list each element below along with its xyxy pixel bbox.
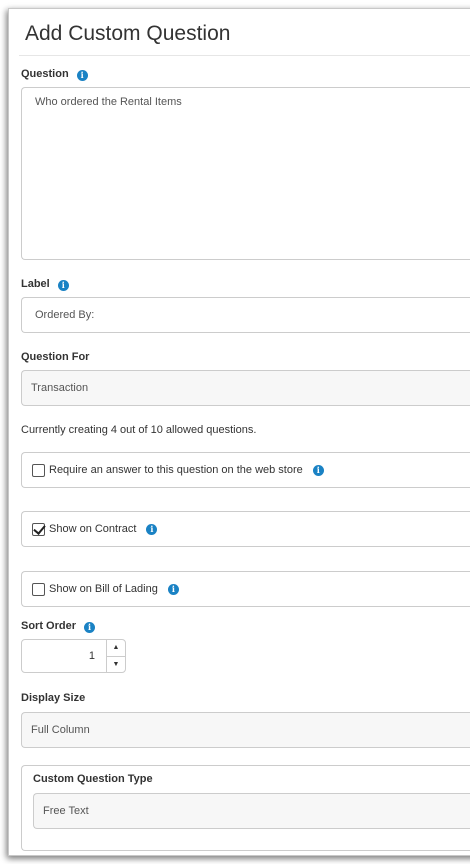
require-answer-checkbox[interactable] [32,463,45,477]
custom-question-type-selected: Free Text [43,805,89,817]
question-textarea-value: Who ordered the Rental Items [35,96,182,108]
show-on-contract-checkbox[interactable] [32,522,45,536]
stepper-buttons: ▲ ▼ [106,640,125,672]
info-icon[interactable]: i [57,280,69,291]
label-field-label-row: Label i [21,278,69,291]
sort-order-stepper[interactable]: 1 ▲ ▼ [21,639,126,673]
display-size-label: Display Size [21,692,86,704]
info-icon[interactable]: i [146,523,158,535]
require-answer-row: Require an answer to this question on th… [21,452,470,488]
question-label: Question [21,68,69,80]
custom-question-type-group: Custom Question Type Free Text [21,765,470,851]
info-icon[interactable]: i [167,583,179,595]
question-for-selected: Transaction [31,382,89,394]
sort-order-label-row: Sort Order i [21,620,96,633]
question-for-label: Question For [21,351,90,363]
info-icon[interactable]: i [76,70,88,81]
add-custom-question-dialog: Add Custom Question Question i Who ordere… [8,8,470,856]
custom-question-type-label: Custom Question Type [33,773,153,785]
label-input-placeholder: Ordered By: [35,309,95,321]
show-on-contract-label[interactable]: Show on Contract [49,523,136,535]
show-on-bill-of-lading-checkbox[interactable] [32,582,45,596]
question-for-select[interactable]: Transaction [21,370,470,406]
show-on-contract-row: Show on Contract i [21,511,470,547]
chevron-down-icon[interactable]: ▼ [107,657,125,673]
question-textarea[interactable]: Who ordered the Rental Items [21,87,470,260]
info-icon[interactable]: i [84,622,96,633]
require-answer-label[interactable]: Require an answer to this question on th… [49,464,303,476]
label-field-label: Label [21,278,50,290]
show-on-bill-of-lading-label[interactable]: Show on Bill of Lading [49,583,158,595]
display-size-select[interactable]: Full Column [21,712,470,748]
question-quota-text: Currently creating 4 out of 10 allowed q… [21,424,257,436]
question-label-row: Question i [21,68,88,81]
sort-order-label: Sort Order [21,620,77,632]
show-on-bill-of-lading-row: Show on Bill of Lading i [21,571,470,607]
title-divider [19,55,470,56]
label-input[interactable]: Ordered By: [21,297,470,333]
sort-order-value: 1 [88,650,95,662]
display-size-selected: Full Column [31,724,90,736]
chevron-up-icon[interactable]: ▲ [107,640,125,657]
info-icon[interactable]: i [312,464,324,476]
custom-question-type-select[interactable]: Free Text [33,793,470,829]
dialog-title: Add Custom Question [25,22,231,45]
